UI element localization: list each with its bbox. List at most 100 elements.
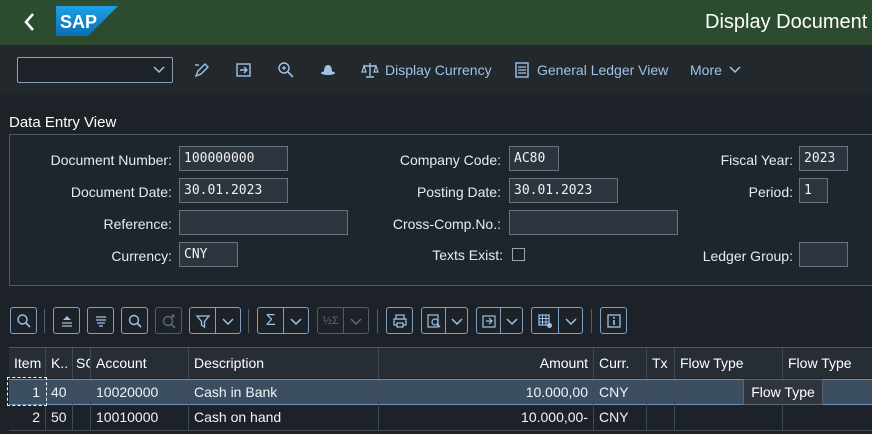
- cell-account: 10010000: [91, 405, 189, 431]
- document-number-label: Document Number:: [50, 152, 172, 168]
- reference-field[interactable]: [179, 210, 348, 235]
- currency-field[interactable]: CNY: [179, 242, 238, 267]
- variant-select[interactable]: [17, 57, 173, 83]
- column-header-key[interactable]: K..: [46, 348, 73, 379]
- subtotal-button[interactable]: ½Σ: [317, 307, 369, 334]
- column-header-amount[interactable]: Amount: [379, 348, 594, 379]
- toolbar-separator: [591, 309, 592, 333]
- find-next-button[interactable]: [155, 307, 182, 334]
- edit-icon[interactable]: [192, 61, 212, 79]
- cell-currency: CNY: [594, 405, 647, 431]
- cell-item: 2: [9, 405, 46, 431]
- sort-ascending-icon: [61, 315, 72, 327]
- export-button[interactable]: [476, 307, 523, 334]
- sort-descending-icon: [95, 315, 106, 327]
- focus-indicator: [7, 377, 47, 406]
- export-icon[interactable]: [234, 61, 254, 79]
- layout-icon: [532, 308, 558, 333]
- chevron-down-icon[interactable]: [215, 308, 240, 333]
- company-code-label: Company Code:: [399, 152, 501, 168]
- document-number-field[interactable]: 100000000: [179, 146, 288, 171]
- ledger-group-label: Ledger Group:: [702, 248, 793, 264]
- magnifier-icon: [16, 313, 31, 328]
- fiscal-year-label: Fiscal Year:: [720, 152, 793, 168]
- cross-comp-field[interactable]: [509, 210, 678, 235]
- sort-ascending-button[interactable]: [53, 307, 80, 334]
- chevron-down-icon[interactable]: [445, 308, 467, 333]
- cell-currency: CNY: [594, 380, 647, 406]
- texts-exist-label: Texts Exist:: [432, 247, 503, 263]
- balance-icon: [361, 63, 379, 78]
- column-header-currency[interactable]: Curr.: [594, 348, 647, 379]
- column-header-tax[interactable]: Tx: [647, 348, 675, 379]
- document-date-label: Document Date:: [70, 184, 172, 200]
- display-currency-button[interactable]: Display Currency: [361, 61, 492, 79]
- find-button[interactable]: [121, 307, 148, 334]
- print-icon: [392, 313, 407, 328]
- ledger-icon: [515, 62, 529, 78]
- cell-flow-type: [675, 405, 783, 431]
- fiscal-year-field[interactable]: 2023: [799, 146, 848, 171]
- chevron-down-icon[interactable]: [343, 308, 368, 333]
- info-icon: [606, 313, 621, 328]
- cell-account: 10020000: [91, 380, 189, 406]
- page-title: Display Document: [705, 11, 868, 33]
- cell-tax: [647, 380, 675, 406]
- filter-button[interactable]: [189, 307, 241, 334]
- filter-icon: [190, 308, 215, 333]
- cell-flow-type-2: [783, 405, 872, 431]
- toolbar-separator: [248, 309, 249, 333]
- period-field[interactable]: 1: [799, 178, 828, 203]
- chevron-down-icon[interactable]: [283, 308, 308, 333]
- table-row[interactable]: 2 50 10010000 Cash on hand 10.000,00- CN…: [9, 405, 872, 431]
- layout-button[interactable]: [531, 307, 583, 334]
- print-button[interactable]: [386, 307, 413, 334]
- back-icon[interactable]: [20, 10, 40, 34]
- cell-sg: [73, 405, 91, 431]
- cell-tax: [647, 405, 675, 431]
- column-header-item[interactable]: Item: [9, 348, 46, 379]
- reference-label: Reference:: [103, 216, 172, 232]
- zoom-icon[interactable]: [276, 61, 296, 79]
- hat-icon[interactable]: [318, 61, 338, 79]
- chevron-down-icon[interactable]: [558, 308, 582, 333]
- ledger-group-field[interactable]: [799, 242, 848, 267]
- toolbar-separator: [377, 309, 378, 333]
- print-preview-icon: [422, 308, 445, 333]
- general-ledger-view-button[interactable]: General Ledger View: [513, 61, 668, 79]
- chevron-down-icon: [729, 66, 741, 74]
- chevron-down-icon[interactable]: [500, 308, 522, 333]
- view-button[interactable]: [421, 307, 468, 334]
- details-button[interactable]: [10, 307, 37, 334]
- cell-key: 50: [46, 405, 73, 431]
- info-button[interactable]: [600, 307, 627, 334]
- company-code-field[interactable]: AC80: [509, 146, 559, 171]
- currency-label: Currency:: [111, 248, 172, 264]
- total-button[interactable]: Σ: [257, 307, 309, 334]
- posting-date-field[interactable]: 30.01.2023: [509, 178, 618, 203]
- search-icon: [128, 314, 142, 328]
- search-plus-icon: [162, 313, 176, 329]
- cell-amount: 10.000,00: [379, 380, 594, 406]
- toolbar: Display Currency General Ledger View Mor…: [0, 45, 872, 95]
- svg-text:SAP: SAP: [60, 12, 97, 32]
- tooltip: Flow Type: [743, 379, 823, 405]
- column-header-sg[interactable]: SG: [73, 348, 91, 379]
- period-label: Period:: [748, 184, 793, 200]
- document-date-field[interactable]: 30.01.2023: [179, 178, 288, 203]
- more-button[interactable]: More: [690, 61, 742, 79]
- column-header-account[interactable]: Account: [91, 348, 189, 379]
- subtotal-icon: ½Σ: [322, 314, 339, 327]
- sum-icon: Σ: [265, 311, 276, 329]
- cell-sg: [73, 380, 91, 406]
- column-header-description[interactable]: Description: [189, 348, 379, 379]
- sort-descending-button[interactable]: [87, 307, 114, 334]
- cell-amount: 10.000,00-: [379, 405, 594, 431]
- export-icon: [477, 308, 500, 333]
- table-header: Item K.. SG Account Description Amount C…: [9, 347, 872, 379]
- column-header-flow-type-2[interactable]: Flow Type: [783, 348, 872, 379]
- texts-exist-checkbox[interactable]: [512, 248, 525, 261]
- section-title: Data Entry View: [9, 114, 117, 131]
- column-header-flow-type[interactable]: Flow Type: [675, 348, 783, 379]
- cell-description: Cash on hand: [189, 405, 379, 431]
